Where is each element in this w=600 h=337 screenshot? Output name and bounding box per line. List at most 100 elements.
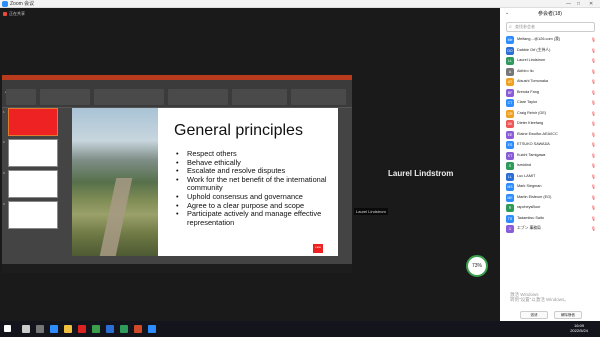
- slide-bullet: Work for the net benefit of the internat…: [176, 175, 338, 193]
- muted-mic-icon: 🎙: [590, 79, 596, 84]
- muted-mic-icon: 🎙: [590, 152, 596, 158]
- windows-taskbar: 16:09 2022/5/24: [0, 321, 600, 337]
- minimize-icon[interactable]: —: [566, 0, 571, 8]
- muted-mic-icon: 🎙: [590, 121, 596, 126]
- slide-thumbnail[interactable]: [8, 108, 58, 136]
- avatar: Me: [506, 36, 514, 44]
- thumb-number: 3: [3, 171, 5, 175]
- ppt-workspace: 1 2 3 4 General principles Respect other…: [2, 108, 352, 263]
- participant-name: Elaine Ewolfor-AEA/ICC: [517, 131, 558, 136]
- avatar: KT: [506, 151, 514, 160]
- word-icon[interactable]: [106, 325, 114, 333]
- participant-row[interactable]: CR Craig Reinir (GE) 🎙: [500, 109, 600, 120]
- thumb-number: 4: [3, 202, 5, 206]
- slide-thumbnail[interactable]: [8, 201, 58, 229]
- search-icon: ⌕: [509, 24, 512, 30]
- window-titlebar: Zoom 会议 — □ ✕: [0, 0, 600, 8]
- current-slide[interactable]: General principles Respect othersBehave …: [72, 108, 338, 256]
- participant-row[interactable]: EE Elaine Ewolfor-AEA/ICC 🎙: [500, 130, 600, 141]
- muted-mic-icon: 🎙: [590, 100, 596, 105]
- ppt-ribbon: ▪▪▪▪▪▪▪▪: [2, 80, 352, 108]
- search-taskbar-icon[interactable]: [22, 325, 30, 333]
- pdf-icon[interactable]: [78, 325, 86, 333]
- taskview-icon[interactable]: [36, 325, 44, 333]
- participant-row[interactable]: BF Brenda Fang 🎙: [500, 88, 600, 99]
- avatar: R: [506, 204, 514, 212]
- share-icon: [3, 11, 7, 16]
- participant-row[interactable]: LL Laurel Lindstrom 🎙: [500, 56, 600, 67]
- edge-icon[interactable]: [50, 325, 58, 333]
- shared-screen: ▪▪▪▪▪▪▪▪ 1 2 3 4 General principles Resp…: [2, 75, 352, 271]
- participant-name: Luc LAMIT: [517, 173, 536, 178]
- avatar: A: [506, 67, 514, 76]
- participant-row[interactable]: KT Kuichi Tamigawa 🎙: [500, 151, 600, 162]
- participant-name: ETSUKO SAWADA: [517, 142, 550, 146]
- participant-row[interactable]: TS Tadamitsu Saito 🎙: [500, 214, 600, 225]
- avatar: エ: [506, 225, 514, 233]
- participant-row[interactable]: RrapcheysBoor 🎙: [500, 203, 600, 214]
- watermark-line: 转到"设置"以激活 Windows。: [510, 297, 569, 302]
- muted-mic-icon: 🎙: [590, 226, 596, 231]
- active-speaker-name: Laurel Lindstrom: [388, 169, 454, 178]
- slide-photo: [72, 108, 158, 256]
- participant-row[interactable]: CT Clare Taylor 🎙: [500, 98, 600, 109]
- ribbon-group: [6, 89, 36, 105]
- taskbar-clock[interactable]: 16:09 2022/5/24: [570, 323, 588, 333]
- participant-name: Tadamitsu Saito: [517, 215, 545, 220]
- muted-mic-icon: 🎙: [590, 47, 596, 53]
- invite-button[interactable]: 邀请: [520, 311, 548, 319]
- participant-row[interactable]: エエブン 事務局 🎙: [500, 224, 600, 235]
- participant-row[interactable]: Me Meifang…@126.com (我) 🎙: [500, 35, 600, 46]
- sharing-label: 正在共享: [9, 11, 25, 16]
- participant-row[interactable]: ES ETSUKO SAWADA 🎙: [500, 140, 600, 151]
- folder-icon[interactable]: [64, 325, 72, 333]
- zoom-percent-badge[interactable]: 73%: [466, 255, 488, 277]
- participant-row[interactable]: LL Luc LAMIT 🎙: [500, 172, 600, 183]
- close-icon[interactable]: ✕: [589, 0, 593, 8]
- excel-icon[interactable]: [92, 325, 100, 333]
- slide-thumbnail[interactable]: [8, 170, 58, 198]
- sharing-indicator[interactable]: 正在共享: [3, 11, 25, 17]
- wechat-icon[interactable]: [120, 325, 128, 333]
- avatar: MS: [506, 183, 514, 191]
- participant-name: Craig Reinir (GE): [517, 110, 547, 115]
- video-name-label: Laurel Lindstrom: [354, 208, 388, 215]
- powerpoint-icon[interactable]: [134, 325, 142, 333]
- muted-mic-icon: 🎙: [590, 68, 596, 74]
- participant-row[interactable]: MS Mark Siegman 🎙: [500, 182, 600, 193]
- muted-mic-icon: 🎙: [590, 215, 596, 221]
- participant-name: Meifang…@126.com (我): [517, 37, 561, 41]
- participant-name: Dabbie Orf (主持人): [517, 47, 551, 52]
- participant-row[interactable]: AT Atsushi Tomonaka 🎙: [500, 77, 600, 88]
- ribbon-group: [40, 89, 90, 105]
- participant-row[interactable]: Slsmidind 🎙: [500, 161, 600, 172]
- participant-row[interactable]: A Akihiro Iio 🎙: [500, 67, 600, 78]
- participant-row[interactable]: DO Dabbie Orf (主持人) 🎙: [500, 46, 600, 57]
- zoom-taskbar-icon[interactable]: [148, 325, 156, 333]
- muted-mic-icon: 🎙: [590, 184, 596, 189]
- avatar: S: [506, 162, 514, 170]
- window-title: Zoom 会议: [10, 1, 35, 7]
- start-icon[interactable]: [4, 325, 11, 332]
- thumb-number: 1: [3, 110, 5, 114]
- slide-bullets: Respect othersBehave ethicallyEscalate a…: [176, 149, 338, 227]
- ribbon-group: [168, 89, 228, 105]
- participant-search-input[interactable]: ⌕ 查找参会者: [506, 22, 595, 32]
- participant-row[interactable]: DK Dieter Kleefang 🎙: [500, 119, 600, 130]
- maximize-icon[interactable]: □: [577, 0, 580, 8]
- avatar: LL: [506, 57, 514, 65]
- avatar: CT: [506, 99, 514, 107]
- unmute-all-button[interactable]: 解除静音: [554, 311, 582, 319]
- avatar: DO: [506, 46, 514, 55]
- participant-name: Martin Elsfeum (EG): [517, 194, 552, 199]
- slide-logo: ICANN: [313, 244, 323, 253]
- participant-row[interactable]: ME Martin Elsfeum (EG) 🎙: [500, 193, 600, 204]
- slide-thumbnail[interactable]: [8, 139, 58, 167]
- avatar: BF: [506, 88, 514, 97]
- windows-activation-watermark: 激活 Windows 转到"设置"以激活 Windows。: [510, 292, 569, 302]
- avatar: ME: [506, 193, 514, 202]
- muted-mic-icon: 🎙: [590, 173, 596, 179]
- shared-taskbar: [2, 263, 352, 273]
- participant-name: Atsushi Tomonaka: [517, 79, 548, 83]
- search-placeholder: 查找参会者: [515, 24, 535, 29]
